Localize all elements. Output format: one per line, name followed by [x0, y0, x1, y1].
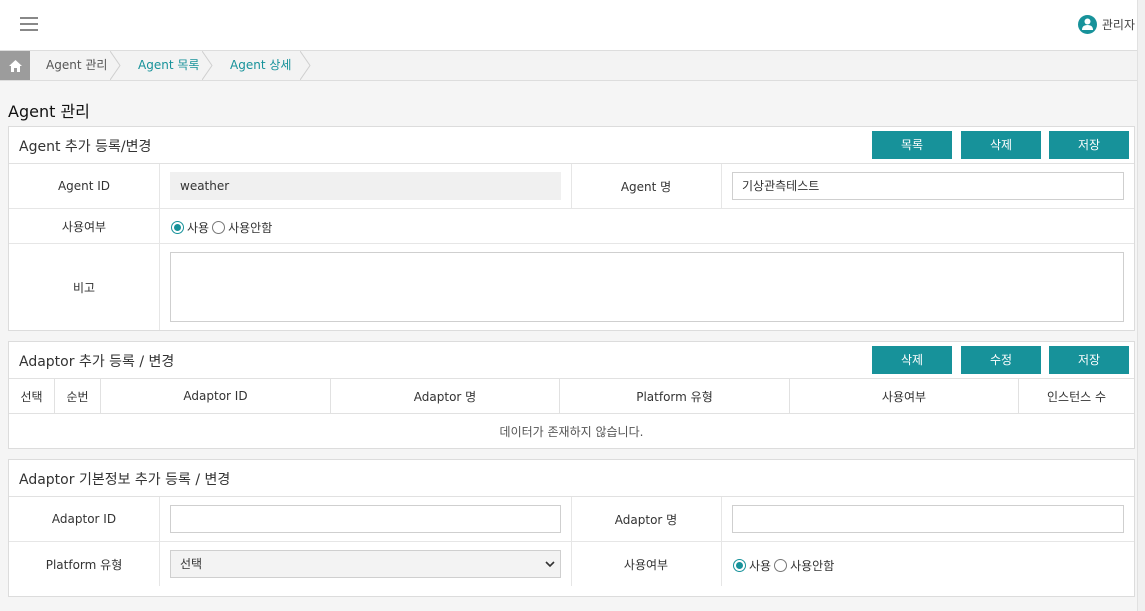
- agent-id-field: weather: [170, 172, 561, 200]
- column-header-select[interactable]: 선택: [9, 379, 55, 413]
- adaptor-id-row: Adaptor ID Adaptor 명: [9, 497, 1134, 542]
- user-menu[interactable]: 관리자: [1077, 15, 1135, 34]
- use-label: 사용여부: [61, 219, 107, 234]
- platform-label: Platform 유형: [45, 557, 123, 572]
- chevron-down-icon: [545, 561, 555, 568]
- column-header-seq[interactable]: 순번: [55, 379, 101, 413]
- use-no-label: 사용안함: [228, 221, 273, 235]
- list-button[interactable]: 목록: [872, 131, 952, 159]
- use-radio-group: 사용 사용안함: [171, 219, 275, 236]
- agent-id-label: Agent ID: [57, 179, 111, 193]
- adaptor-id-field[interactable]: [170, 505, 561, 533]
- agent-panel-header: Agent 추가 등록/변경 목록 삭제 저장: [9, 127, 1134, 164]
- note-row: 비고: [9, 244, 1134, 330]
- adaptor-use-radio-group: 사용 사용안함: [733, 557, 837, 574]
- adaptor-delete-button[interactable]: 삭제: [872, 346, 952, 374]
- adaptor-id-label: Adaptor ID: [51, 512, 117, 526]
- adaptor-name-field[interactable]: [732, 505, 1124, 533]
- user-name: 관리자: [1101, 18, 1135, 32]
- platform-select[interactable]: 선택: [170, 550, 561, 578]
- page-title: Agent 관리: [8, 102, 90, 121]
- use-yes-radio[interactable]: [171, 221, 184, 234]
- breadcrumb: Agent 관리 Agent 목록 Agent 상세: [0, 50, 1137, 81]
- use-yes-label: 사용: [187, 221, 210, 235]
- adaptor-panel: Adaptor 추가 등록 / 변경 삭제 수정 저장 선택 순번 Adapto…: [8, 341, 1135, 449]
- platform-select-value: 선택: [180, 557, 203, 571]
- platform-row: Platform 유형 선택 사용여부 사용 사용안함: [9, 542, 1134, 586]
- breadcrumb-item-agent-detail[interactable]: Agent 상세: [214, 51, 312, 80]
- column-header-use[interactable]: 사용여부: [790, 379, 1019, 413]
- adaptor-table-header: 선택 순번 Adaptor ID Adaptor 명 Platform 유형 사…: [9, 379, 1134, 414]
- column-header-adaptor-id[interactable]: Adaptor ID: [101, 379, 331, 413]
- agent-panel: Agent 추가 등록/변경 목록 삭제 저장 Agent ID weather…: [8, 126, 1135, 331]
- adaptor-info-panel-header: Adaptor 기본정보 추가 등록 / 변경: [9, 460, 1134, 497]
- adaptor-name-label: Adaptor 명: [614, 512, 678, 527]
- agent-panel-title: Agent 추가 등록/변경: [19, 139, 152, 155]
- note-label: 비고: [72, 280, 96, 295]
- adaptor-info-panel: Adaptor 기본정보 추가 등록 / 변경 Adaptor ID Adapt…: [8, 459, 1135, 597]
- breadcrumb-item-agent-list[interactable]: Agent 목록: [122, 51, 214, 80]
- note-textarea[interactable]: [170, 252, 1124, 322]
- adaptor-panel-header: Adaptor 추가 등록 / 변경 삭제 수정 저장: [9, 342, 1134, 379]
- home-icon[interactable]: [0, 51, 30, 80]
- adaptor-use-yes-label: 사용: [749, 559, 772, 573]
- column-header-instance-count[interactable]: 인스턴스 수: [1019, 379, 1134, 413]
- adaptor-edit-button[interactable]: 수정: [961, 346, 1041, 374]
- agent-name-field[interactable]: 기상관측테스트: [732, 172, 1124, 200]
- column-header-adaptor-name[interactable]: Adaptor 명: [331, 379, 560, 413]
- adaptor-use-no-radio[interactable]: [774, 559, 788, 572]
- user-icon: [1077, 15, 1097, 34]
- adaptor-panel-title: Adaptor 추가 등록 / 변경: [19, 354, 175, 370]
- scrollbar[interactable]: [1137, 0, 1145, 611]
- breadcrumb-item-agent-admin[interactable]: Agent 관리: [30, 51, 122, 80]
- column-header-platform-type[interactable]: Platform 유형: [560, 379, 790, 413]
- use-row: 사용여부 사용 사용안함: [9, 209, 1134, 244]
- use-no-radio[interactable]: [212, 221, 226, 234]
- adaptor-info-panel-title: Adaptor 기본정보 추가 등록 / 변경: [19, 472, 231, 488]
- delete-button[interactable]: 삭제: [961, 131, 1041, 159]
- menu-icon[interactable]: [20, 17, 38, 31]
- empty-message: 데이터가 존재하지 않습니다.: [499, 424, 644, 439]
- agent-id-row: Agent ID weather Agent 명 기상관측테스트: [9, 164, 1134, 209]
- save-button[interactable]: 저장: [1049, 131, 1129, 159]
- top-bar: 관리자: [0, 0, 1137, 50]
- adaptor-save-button[interactable]: 저장: [1049, 346, 1129, 374]
- adaptor-use-label: 사용여부: [623, 557, 669, 572]
- adaptor-use-yes-radio[interactable]: [733, 559, 746, 572]
- adaptor-use-no-label: 사용안함: [790, 559, 835, 573]
- agent-name-label: Agent 명: [620, 179, 672, 194]
